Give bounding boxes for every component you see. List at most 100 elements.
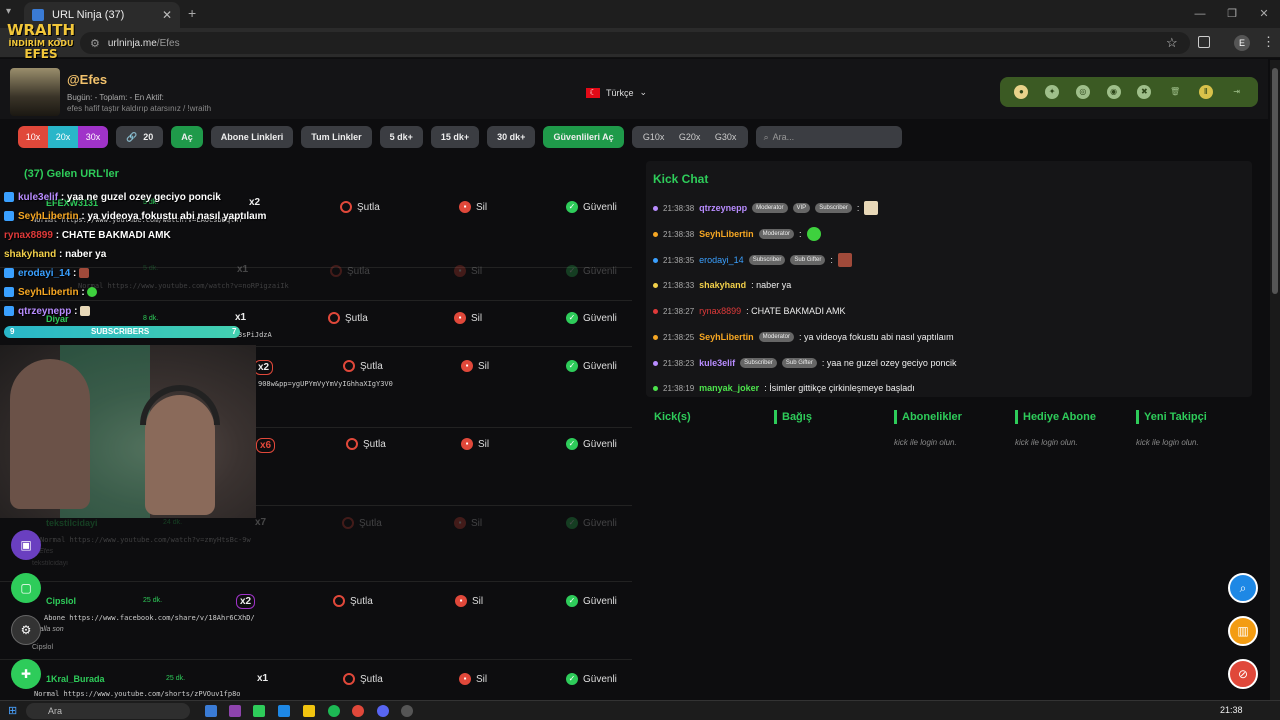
page-scrollbar[interactable] xyxy=(1270,60,1280,700)
app-icon[interactable] xyxy=(278,705,290,717)
msg-user[interactable]: SeyhLibertin xyxy=(699,332,754,342)
filter-30min-button[interactable]: 30 dk+ xyxy=(487,126,536,148)
trash-icon[interactable]: 🗑 xyxy=(1168,85,1182,99)
discord-icon[interactable] xyxy=(377,705,389,717)
open-button[interactable]: Aç xyxy=(171,126,203,148)
open-safe-button[interactable]: Güvenlileri Aç xyxy=(543,126,624,148)
filter-5min-button[interactable]: 5 dk+ xyxy=(379,126,423,148)
panel-new-followers: Yeni Takipçi kick ile login olun. xyxy=(1136,410,1256,447)
overlay-text: : yaa ne guzel ozey geciyo poncik xyxy=(60,192,221,203)
delete-button[interactable]: ▪ Sil xyxy=(461,360,489,372)
new-tab-icon[interactable]: + xyxy=(188,5,196,21)
app-icon[interactable] xyxy=(401,705,413,717)
kick-out-button[interactable]: Şutla xyxy=(343,360,383,372)
edge-icon[interactable] xyxy=(205,705,217,717)
app-icon[interactable] xyxy=(253,705,265,717)
mult-20x-button[interactable]: 20x xyxy=(48,126,78,148)
pause-icon[interactable]: Ⅱ xyxy=(1198,85,1213,99)
msg-time: 21:38:33 xyxy=(663,280,695,290)
extensions-icon[interactable] xyxy=(1198,36,1210,48)
close-tab-icon[interactable]: ✕ xyxy=(162,8,172,22)
panel-note: kick ile login olun. xyxy=(1136,438,1199,447)
msg-user[interactable]: kule3elif xyxy=(699,358,735,368)
app-icon[interactable] xyxy=(229,705,241,717)
settings-icon[interactable]: ⚙ xyxy=(11,615,41,645)
row-link[interactable]: Normal https://www.youtube.com/watch?v=n… xyxy=(78,282,289,290)
remove-user-icon[interactable]: ⊘ xyxy=(1228,659,1258,689)
mult-30x-button[interactable]: 30x xyxy=(78,126,108,148)
search-fab-icon[interactable]: ⌕ xyxy=(1228,573,1258,603)
twitter-icon[interactable]: ✦ xyxy=(1045,85,1060,99)
language-select[interactable]: ☾ Türkçe ⌄ xyxy=(586,87,647,98)
delete-button[interactable]: ▪ Sil xyxy=(461,438,489,450)
tab-search-icon[interactable]: ▾ xyxy=(6,6,11,17)
safe-button[interactable]: ✓ Güvenli xyxy=(566,360,617,372)
minimize-icon[interactable]: — xyxy=(1184,0,1216,28)
safe-button[interactable]: ✓ Güvenli xyxy=(566,517,617,529)
add-user-icon[interactable]: ✚ xyxy=(11,659,41,689)
search-input[interactable]: ⌕ Ara... xyxy=(755,126,902,148)
discord-icon[interactable]: ◉ xyxy=(1106,85,1121,99)
kick-logo-icon[interactable]: ▢ xyxy=(11,573,41,603)
row-link[interactable]: Abone https://www.facebook.com/share/v/1… xyxy=(44,614,255,622)
row-link[interactable]: 3sPiJdzA xyxy=(238,331,272,339)
bookmark-star-icon[interactable]: ☆ xyxy=(1166,35,1178,51)
row-link[interactable]: Normal https://www.youtube.com/watch?v=z… xyxy=(40,536,251,544)
profile-avatar[interactable]: E xyxy=(1234,35,1250,51)
kick-out-button[interactable]: Şutla xyxy=(340,201,380,213)
msg-user[interactable]: rynax8899 xyxy=(699,306,741,316)
msg-user[interactable]: qtrzeynepp xyxy=(699,203,747,213)
mult-10x-button[interactable]: 10x xyxy=(18,126,48,148)
taskbar-search[interactable]: Ara xyxy=(26,703,190,719)
safe-button[interactable]: ✓ Güvenli xyxy=(566,201,617,213)
scrollbar-thumb[interactable] xyxy=(1272,68,1278,294)
spotify-icon[interactable] xyxy=(328,705,340,717)
msg-user[interactable]: manyak_joker xyxy=(699,383,759,393)
delete-button[interactable]: ▪ Sil xyxy=(454,265,482,277)
g30x-button[interactable]: G30x xyxy=(708,126,744,148)
filter-15min-button[interactable]: 15 dk+ xyxy=(430,126,480,148)
safe-button[interactable]: ✓ Güvenli xyxy=(566,265,617,277)
link-count-button[interactable]: 🔗 20 xyxy=(116,126,164,148)
safe-button[interactable]: ✓ Güvenli xyxy=(566,438,617,450)
safe-button[interactable]: ✓ Güvenli xyxy=(566,673,617,685)
kick-icon[interactable]: ✖ xyxy=(1137,85,1152,99)
close-window-icon[interactable]: ✕ xyxy=(1248,0,1280,28)
kick-out-button[interactable]: Şutla xyxy=(330,265,370,277)
row-link[interactable]: Normal https://www.youtube.com/shorts/zP… xyxy=(34,690,241,698)
gift-icon[interactable]: ▥ xyxy=(1228,616,1258,646)
site-info-icon[interactable]: ⚙ xyxy=(90,37,100,50)
delete-button[interactable]: ▪ Sil xyxy=(454,312,482,324)
msg-user[interactable]: SeyhLibertin xyxy=(699,229,754,239)
safe-button[interactable]: ✓ Güvenli xyxy=(566,312,617,324)
safe-button[interactable]: ✓ Güvenli xyxy=(566,595,617,607)
restore-icon[interactable]: ❐ xyxy=(1216,0,1248,28)
delete-button[interactable]: ▪ Sil xyxy=(459,673,487,685)
instagram-icon[interactable]: ◎ xyxy=(1075,85,1090,99)
row-link[interactable]: 908w&pp=ygUPYmVyYmVyIGhhaXIgY3V0 xyxy=(258,380,393,388)
kick-out-button[interactable]: Şutla xyxy=(333,595,373,607)
folder-icon[interactable] xyxy=(303,705,315,717)
address-bar[interactable]: ⚙ urlninja.me/Efes xyxy=(80,32,1190,54)
delete-button[interactable]: ▪ Sil xyxy=(455,595,483,607)
delete-button[interactable]: ▪ Sil xyxy=(459,201,487,213)
g20x-button[interactable]: G20x xyxy=(672,126,708,148)
kick-out-button[interactable]: Şutla xyxy=(346,438,386,450)
twitch-icon[interactable]: ▣ xyxy=(11,530,41,560)
msg-time: 21:38:23 xyxy=(663,358,695,368)
delete-button[interactable]: ▪ Sil xyxy=(454,517,482,529)
g10x-button[interactable]: G10x xyxy=(636,126,672,148)
sil-label: Sil xyxy=(476,673,488,685)
browser-menu-icon[interactable]: ⋮ xyxy=(1262,34,1275,50)
kick-out-button[interactable]: Şutla xyxy=(328,312,368,324)
msg-user[interactable]: erodayi_14 xyxy=(699,255,744,265)
subscriber-links-button[interactable]: Abone Linkleri xyxy=(210,126,294,148)
kick-out-button[interactable]: Şutla xyxy=(342,517,382,529)
windows-start-icon[interactable]: ⊞ xyxy=(8,704,17,717)
coin-icon[interactable]: ● xyxy=(1014,85,1029,99)
kick-out-button[interactable]: Şutla xyxy=(343,673,383,685)
msg-user[interactable]: shakyhand xyxy=(699,280,746,290)
chrome-icon[interactable] xyxy=(352,705,364,717)
logout-icon[interactable]: ⇥ xyxy=(1230,85,1244,99)
all-links-button[interactable]: Tum Linkler xyxy=(301,126,372,148)
